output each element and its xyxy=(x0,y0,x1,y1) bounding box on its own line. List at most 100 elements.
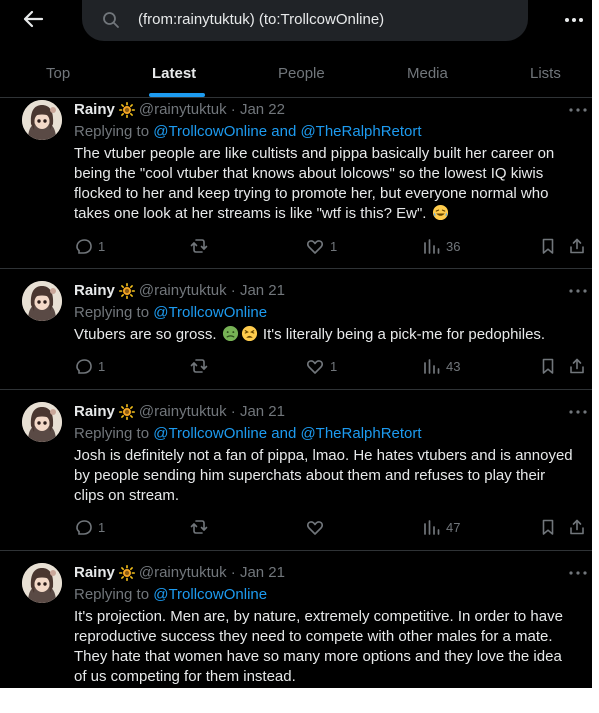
reply-icon xyxy=(76,520,92,535)
share-icon xyxy=(570,238,584,254)
handle[interactable]: @rainytuktuk xyxy=(139,564,227,581)
tweet[interactable]: Rainy @rainytuktuk · Jan 21 Replying to … xyxy=(0,390,592,551)
like-count: 1 xyxy=(330,358,338,374)
share-button[interactable] xyxy=(568,357,586,375)
more-icon xyxy=(569,410,587,414)
bookmark-button[interactable] xyxy=(539,518,557,536)
back-button[interactable] xyxy=(20,6,46,32)
heart-icon xyxy=(306,521,324,535)
reply-icon xyxy=(76,239,92,254)
tweet-text: The vtuber people are like cultists and … xyxy=(74,144,574,224)
tweet[interactable]: Rainy @rainytuktuk · Jan 22 Replying to … xyxy=(0,97,592,269)
display-name[interactable]: Rainy xyxy=(74,564,115,581)
retweet-icon xyxy=(190,520,208,534)
bookmark-icon xyxy=(542,238,554,254)
replying-to-link[interactable]: @TrollcowOnline xyxy=(153,304,267,321)
search-icon xyxy=(103,12,119,28)
like-button[interactable]: 1 xyxy=(306,357,337,375)
tab-lists[interactable]: Lists xyxy=(530,65,561,82)
replying-to-link[interactable]: @TrollcowOnline and @TheRalphRetort xyxy=(153,123,421,140)
view-count: 36 xyxy=(446,238,461,254)
replying-to: Replying to @TrollcowOnline xyxy=(74,586,267,603)
tweet-date[interactable]: · Jan 22 xyxy=(231,101,285,118)
reply-button[interactable]: 1 xyxy=(74,237,105,255)
views-icon xyxy=(424,359,440,374)
tweet[interactable]: Rainy @rainytuktuk · Jan 21 Replying to … xyxy=(0,269,592,390)
view-count: 47 xyxy=(446,519,461,535)
tweet-text-part-1: Vtubers are so gross. xyxy=(74,326,217,343)
search-query[interactable]: (from:rainytuktuk) (to:TrollcowOnline) xyxy=(138,11,384,28)
tab-latest[interactable]: Latest xyxy=(152,65,196,82)
views-button[interactable]: 36 xyxy=(422,237,460,255)
replying-prefix: Replying to xyxy=(74,304,154,321)
tweet-actions: 1 1 36 xyxy=(74,237,584,259)
replying-to: Replying to @TrollcowOnline and @TheRalp… xyxy=(74,425,422,442)
tweet-more-button[interactable] xyxy=(568,285,588,297)
retweet-button[interactable] xyxy=(190,237,214,255)
handle[interactable]: @rainytuktuk xyxy=(139,282,227,299)
sunflower-icon xyxy=(118,403,135,420)
replying-prefix: Replying to xyxy=(74,586,154,603)
tweet-actions: 1 47 xyxy=(74,518,584,540)
tweet[interactable]: Rainy @rainytuktuk · Jan 21 Replying to … xyxy=(0,551,592,688)
display-name[interactable]: Rainy xyxy=(74,101,115,118)
laughing-emoji-icon xyxy=(432,204,448,221)
tweet-more-button[interactable] xyxy=(568,104,588,116)
bookmark-icon xyxy=(542,519,554,535)
tweet-actions: 1 1 43 xyxy=(74,357,584,379)
bookmark-icon xyxy=(542,358,554,374)
tweet-text-content: The vtuber people are like cultists and … xyxy=(74,145,555,222)
heart-icon xyxy=(306,240,324,254)
more-options-button[interactable] xyxy=(560,10,588,30)
share-icon xyxy=(570,519,584,535)
tab-media[interactable]: Media xyxy=(407,65,448,82)
bookmark-button[interactable] xyxy=(539,357,557,375)
display-name[interactable]: Rainy xyxy=(74,282,115,299)
avatar[interactable] xyxy=(22,100,62,140)
tweet-text: Vtubers are so gross. It's literally bei… xyxy=(74,325,574,345)
retweet-button[interactable] xyxy=(190,518,214,536)
avatar[interactable] xyxy=(22,281,62,321)
handle[interactable]: @rainytuktuk xyxy=(139,403,227,420)
like-button[interactable] xyxy=(306,518,330,536)
tab-people[interactable]: People xyxy=(278,65,325,82)
more-icon xyxy=(569,571,587,575)
more-icon xyxy=(569,108,587,112)
reply-icon xyxy=(76,359,92,374)
views-button[interactable]: 47 xyxy=(422,518,460,536)
tweet-header: Rainy @rainytuktuk · Jan 21 xyxy=(74,282,285,299)
replying-to-link[interactable]: @TrollcowOnline and @TheRalphRetort xyxy=(153,425,421,442)
tweet-more-button[interactable] xyxy=(568,567,588,579)
share-button[interactable] xyxy=(568,518,586,536)
tweet-header: Rainy @rainytuktuk · Jan 22 xyxy=(74,101,285,118)
reply-button[interactable]: 1 xyxy=(74,518,105,536)
tab-top[interactable]: Top xyxy=(46,65,70,82)
views-icon xyxy=(424,239,440,254)
share-button[interactable] xyxy=(568,237,586,255)
more-icon xyxy=(565,18,583,22)
tweet-more-button[interactable] xyxy=(568,406,588,418)
like-count: 1 xyxy=(330,238,338,254)
bookmark-button[interactable] xyxy=(539,237,557,255)
reply-button[interactable]: 1 xyxy=(74,357,105,375)
tweet-date[interactable]: · Jan 21 xyxy=(231,564,285,581)
search-tabs: Top Latest People Media Lists xyxy=(0,52,592,98)
views-button[interactable]: 43 xyxy=(422,357,460,375)
like-button[interactable]: 1 xyxy=(306,237,337,255)
replying-to: Replying to @TrollcowOnline xyxy=(74,304,267,321)
handle[interactable]: @rainytuktuk xyxy=(139,101,227,118)
display-name[interactable]: Rainy xyxy=(74,403,115,420)
retweet-icon xyxy=(190,239,208,253)
avatar[interactable] xyxy=(22,402,62,442)
sunflower-icon xyxy=(118,101,135,118)
tweet-date[interactable]: · Jan 21 xyxy=(231,403,285,420)
retweet-icon xyxy=(190,359,208,373)
back-arrow-icon xyxy=(23,10,44,28)
avatar[interactable] xyxy=(22,563,62,603)
search-box[interactable]: (from:rainytuktuk) (to:TrollcowOnline) xyxy=(82,0,528,41)
replying-to-link[interactable]: @TrollcowOnline xyxy=(153,586,267,603)
tweet-text-part-2: It's literally being a pick-me for pedop… xyxy=(262,326,546,343)
tweet-date[interactable]: · Jan 21 xyxy=(231,282,285,299)
retweet-button[interactable] xyxy=(190,357,214,375)
tweet-header: Rainy @rainytuktuk · Jan 21 xyxy=(74,403,285,420)
